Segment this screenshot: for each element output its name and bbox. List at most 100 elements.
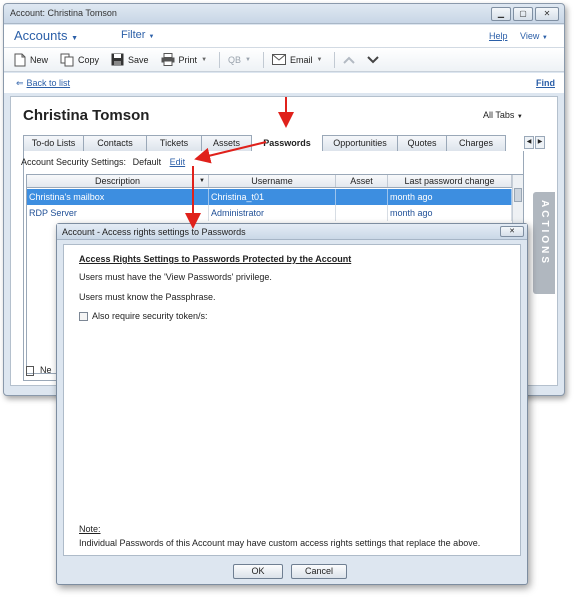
print-label: Print bbox=[178, 54, 198, 65]
column-header-username[interactable]: Username bbox=[209, 175, 336, 187]
caret-down-icon: ▼ bbox=[316, 56, 323, 63]
column-header-last-change[interactable]: Last password change bbox=[388, 175, 512, 187]
envelope-icon bbox=[271, 54, 286, 65]
window-title: Account: Christina Tomson bbox=[10, 8, 117, 18]
cell-username: Administrator bbox=[209, 205, 336, 221]
security-settings-value: Default bbox=[132, 157, 162, 167]
tab-charges[interactable]: Charges bbox=[446, 135, 506, 151]
chevron-down-icon bbox=[367, 55, 380, 63]
new-label: New bbox=[30, 54, 49, 65]
cell-description: Christina's mailbox bbox=[27, 189, 209, 205]
chevron-up-icon bbox=[343, 56, 356, 64]
qb-button[interactable]: QB ▼ bbox=[228, 55, 251, 65]
menubar: Accounts ▼ Filter ▼ Help View ▼ bbox=[4, 25, 564, 47]
tab-passwords[interactable]: Passwords bbox=[251, 135, 323, 151]
printer-icon bbox=[161, 53, 175, 66]
toolbar-divider bbox=[219, 51, 221, 68]
qb-label: QB bbox=[228, 54, 242, 65]
restore-button[interactable]: ▢ bbox=[513, 7, 533, 21]
save-icon bbox=[111, 53, 124, 66]
accounts-menu[interactable]: Accounts ▼ bbox=[14, 28, 78, 43]
caret-down-icon: ▼ bbox=[541, 35, 548, 41]
caret-down-icon: ▼ bbox=[245, 56, 251, 63]
security-token-checkbox[interactable] bbox=[79, 311, 88, 321]
passphrase-requirement-text: Users must know the Passphrase. bbox=[79, 292, 216, 302]
actions-sidebar-tab[interactable]: ACTIONS bbox=[533, 192, 555, 294]
edit-security-link[interactable]: Edit bbox=[170, 157, 186, 167]
cell-username: Christina_t01 bbox=[209, 189, 336, 205]
save-label: Save bbox=[128, 54, 149, 65]
view-menu-label: View bbox=[520, 31, 540, 41]
accounts-menu-label: Accounts bbox=[14, 28, 68, 43]
email-label: Email bbox=[289, 54, 313, 65]
sort-desc-icon: ▼ bbox=[199, 178, 205, 184]
filter-menu-label: Filter bbox=[121, 29, 146, 41]
tab-opportunities[interactable]: Opportunities bbox=[322, 135, 398, 151]
copy-icon bbox=[60, 53, 74, 66]
toolbar-divider bbox=[262, 51, 264, 68]
dialog-body: Access Rights Settings to Passwords Prot… bbox=[63, 244, 521, 556]
find-link[interactable]: Find bbox=[536, 78, 555, 88]
note-label: Note: bbox=[79, 524, 101, 534]
new-password-button[interactable]: Ne bbox=[26, 365, 52, 376]
table-row[interactable]: RDP Server Administrator month ago bbox=[27, 205, 512, 221]
toolbar-divider bbox=[334, 51, 336, 68]
close-button[interactable]: ✕ bbox=[535, 7, 559, 21]
back-to-list-link[interactable]: ⇐ Back to list bbox=[16, 78, 70, 89]
cell-asset bbox=[336, 205, 388, 221]
arrow-left-icon: ⇐ bbox=[16, 78, 24, 88]
dialog-close-button[interactable]: ✕ bbox=[500, 226, 524, 237]
column-header-description[interactable]: Description ▼ bbox=[27, 175, 209, 187]
new-password-label: Ne bbox=[40, 365, 52, 375]
scrollbar-thumb[interactable] bbox=[514, 188, 522, 202]
copy-button[interactable]: Copy bbox=[60, 53, 99, 67]
filter-menu[interactable]: Filter ▼ bbox=[121, 29, 154, 41]
view-menu[interactable]: View ▼ bbox=[520, 31, 548, 41]
caret-down-icon: ▼ bbox=[516, 114, 523, 120]
caret-down-icon: ▼ bbox=[71, 35, 79, 42]
tab-strip: To-do Lists Contacts Tickets Assets Pass… bbox=[23, 135, 521, 151]
dialog-titlebar[interactable]: Account - Access rights settings to Pass… bbox=[57, 224, 527, 240]
cell-last-change: month ago bbox=[388, 205, 512, 221]
print-button[interactable]: Print ▼ bbox=[161, 53, 207, 66]
grid-header: Description ▼ Username Asset Last passwor… bbox=[27, 175, 512, 188]
caret-down-icon: ▼ bbox=[148, 34, 155, 40]
cell-asset bbox=[336, 189, 388, 205]
tab-scroll-left-button[interactable]: ◀ bbox=[524, 136, 534, 149]
dialog-heading: Access Rights Settings to Passwords Prot… bbox=[79, 254, 352, 264]
column-header-description-label: Description bbox=[94, 176, 141, 186]
tab-contacts[interactable]: Contacts bbox=[83, 135, 147, 151]
tab-todo-lists[interactable]: To-do Lists bbox=[23, 135, 84, 151]
back-to-list-label: Back to list bbox=[26, 78, 71, 88]
cell-description: RDP Server bbox=[27, 205, 209, 221]
previous-record-button[interactable] bbox=[343, 56, 356, 64]
help-link[interactable]: Help bbox=[489, 31, 508, 41]
cancel-button[interactable]: Cancel bbox=[291, 564, 347, 579]
save-button[interactable]: Save bbox=[111, 53, 149, 66]
tab-assets[interactable]: Assets bbox=[201, 135, 252, 151]
column-header-asset[interactable]: Asset bbox=[336, 175, 388, 187]
security-token-option[interactable]: Also require security token/s: bbox=[79, 311, 208, 321]
security-token-label: Also require security token/s: bbox=[92, 311, 208, 321]
window-titlebar[interactable]: Account: Christina Tomson ▁ ▢ ✕ bbox=[4, 4, 564, 24]
toolbar: New Copy Save Print ▼ QB ▼ Email ▼ bbox=[4, 47, 564, 72]
security-settings-label: Account Security Settings: bbox=[21, 157, 127, 167]
actions-label: ACTIONS bbox=[539, 200, 550, 266]
tab-scroll-arrows: ◀ ▶ bbox=[524, 136, 545, 149]
all-tabs-menu[interactable]: All Tabs ▼ bbox=[483, 110, 523, 120]
dialog-title: Account - Access rights settings to Pass… bbox=[62, 227, 246, 237]
security-settings-row: Account Security Settings: Default Edit bbox=[21, 157, 185, 167]
next-record-button[interactable] bbox=[367, 55, 380, 64]
ok-button[interactable]: OK bbox=[233, 564, 283, 579]
tab-tickets[interactable]: Tickets bbox=[146, 135, 202, 151]
access-rights-dialog: Account - Access rights settings to Pass… bbox=[56, 223, 528, 585]
tab-quotes[interactable]: Quotes bbox=[397, 135, 447, 151]
minimize-button[interactable]: ▁ bbox=[491, 7, 511, 21]
cell-last-change: month ago bbox=[388, 189, 512, 205]
privilege-requirement-text: Users must have the 'View Passwords' pri… bbox=[79, 272, 272, 282]
table-row[interactable]: Christina's mailbox Christina_t01 month … bbox=[27, 189, 512, 205]
email-button[interactable]: Email ▼ bbox=[271, 54, 323, 65]
new-button[interactable]: New bbox=[14, 53, 48, 67]
link-row: ⇐ Back to list Find bbox=[4, 73, 564, 93]
tab-scroll-right-button[interactable]: ▶ bbox=[535, 136, 545, 149]
